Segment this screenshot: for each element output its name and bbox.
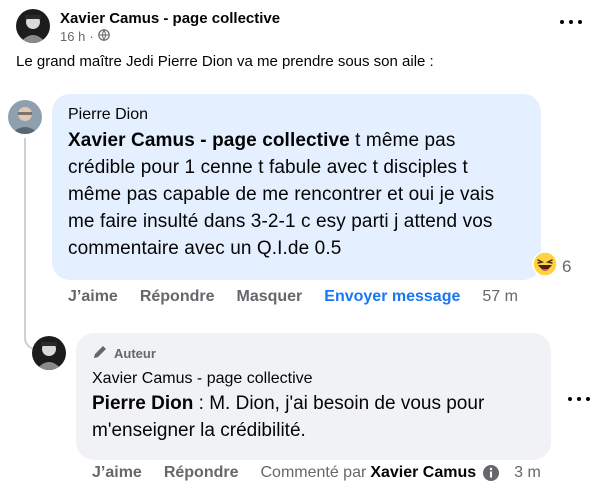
reply-button[interactable]: Répondre (164, 464, 239, 482)
post-author-avatar[interactable] (16, 9, 50, 43)
commented-by-label: Commenté par (260, 464, 367, 481)
mention-link[interactable]: Xavier Camus - page collective (68, 130, 350, 151)
reply-author-name[interactable]: Xavier Camus - page collective (92, 370, 535, 388)
haha-emoji-icon (532, 251, 558, 282)
thread-line (24, 138, 26, 324)
post-text: Le grand maître Jedi Pierre Dion va me p… (16, 53, 434, 70)
comment-author-avatar[interactable] (8, 100, 42, 134)
reply-time[interactable]: 3 m (514, 464, 541, 482)
mention-link[interactable]: Pierre Dion (92, 393, 193, 414)
meta-separator: · (89, 29, 94, 44)
pen-icon (92, 344, 108, 363)
reply-text: Pierre Dion : M. Dion, j'ai besoin de vo… (92, 390, 535, 444)
author-badge: Auteur (92, 344, 535, 363)
like-button[interactable]: J’aime (68, 288, 118, 306)
send-message-button[interactable]: Envoyer message (324, 288, 460, 306)
comment-actions: J’aime Répondre Masquer Envoyer message … (68, 288, 518, 306)
comment-text: Xavier Camus - page collective t même pa… (68, 127, 525, 262)
reply-author-avatar[interactable] (32, 336, 66, 370)
reply-actions: J’aime Répondre Commenté par Xavier Camu… (92, 464, 541, 482)
hide-button[interactable]: Masquer (236, 288, 302, 306)
reaction-summary[interactable]: 6 (532, 251, 571, 282)
reply-bubble: Auteur Xavier Camus - page collective Pi… (76, 333, 551, 460)
post-time[interactable]: 16 h (60, 29, 85, 44)
post-meta: 16 h · (60, 29, 110, 44)
reaction-count: 6 (562, 256, 572, 276)
post-author-name[interactable]: Xavier Camus - page collective (60, 10, 280, 27)
post-more-options-icon[interactable] (560, 16, 582, 28)
reply-more-options-icon[interactable] (568, 393, 590, 405)
globe-icon (97, 29, 110, 44)
commented-by-name[interactable]: Xavier Camus (370, 464, 476, 482)
like-button[interactable]: J’aime (92, 464, 142, 482)
comment-bubble: Pierre Dion Xavier Camus - page collecti… (52, 94, 541, 280)
info-icon[interactable] (482, 464, 500, 482)
comment-author-name[interactable]: Pierre Dion (68, 106, 525, 124)
comment-time[interactable]: 57 m (482, 288, 518, 306)
author-badge-label: Auteur (114, 346, 156, 361)
reply-button[interactable]: Répondre (140, 288, 215, 306)
